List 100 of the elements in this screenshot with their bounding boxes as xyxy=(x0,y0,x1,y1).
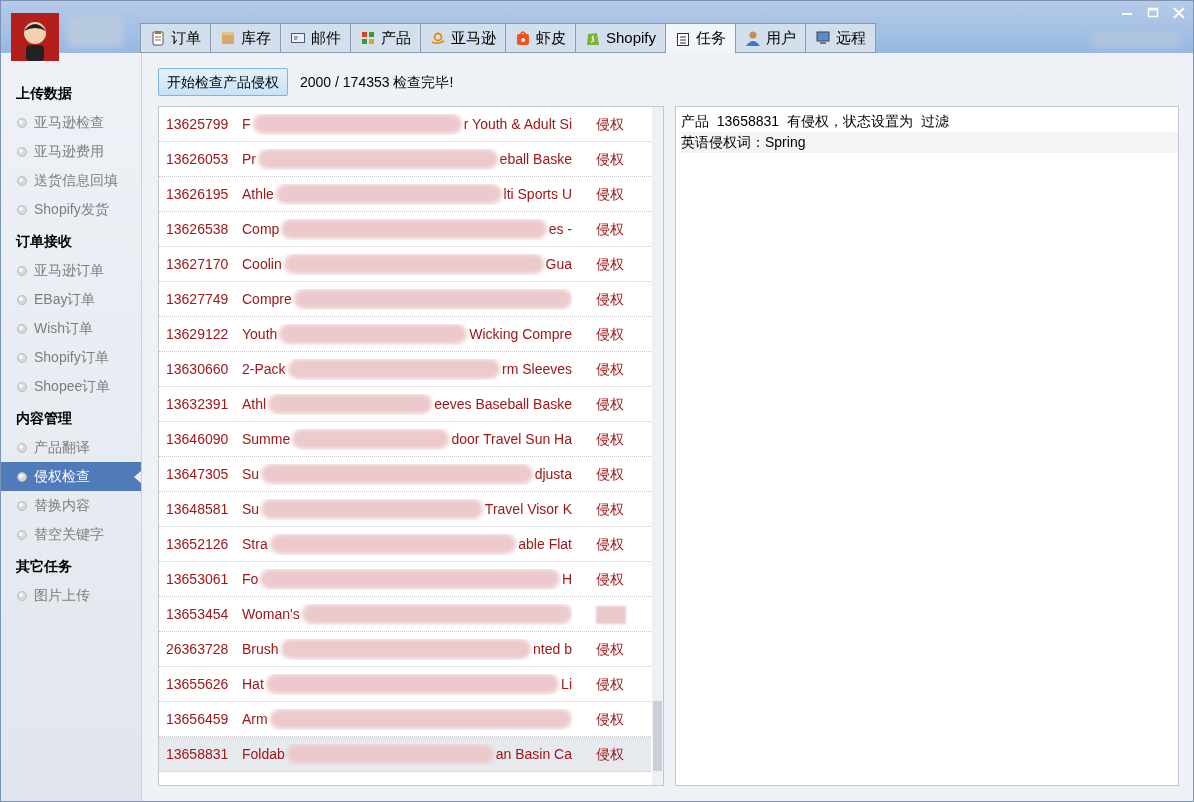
result-row[interactable]: 13627749 Compre 侵权 xyxy=(159,282,651,317)
result-row[interactable]: 13653454 Woman's xyxy=(159,597,651,632)
sidebar-item[interactable]: 替换内容 xyxy=(1,491,141,520)
maximize-icon[interactable] xyxy=(1147,7,1159,19)
tab[interactable]: 库存 xyxy=(210,23,281,53)
status-text: 侵权 xyxy=(595,394,624,414)
product-id: 13647305 xyxy=(165,464,230,484)
sidebar-item[interactable]: 图片上传 xyxy=(1,581,141,610)
log-line: 产品 13658831 有侵权，状态设置为 过滤 xyxy=(681,112,950,131)
tab[interactable]: 邮件 xyxy=(280,23,351,53)
sidebar-item[interactable]: Shopee订单 xyxy=(1,372,141,401)
result-row[interactable]: 13626538 Comp es - 侵权 xyxy=(159,212,651,247)
result-row[interactable]: 13629122 Youth Wicking Compre 侵权 xyxy=(159,317,651,352)
result-row[interactable]: 13625799 F r Youth & Adult Si 侵权 xyxy=(159,107,651,142)
tab[interactable]: 远程 xyxy=(805,23,877,53)
status-text: 侵权 xyxy=(595,744,624,764)
product-title: Athle xyxy=(242,184,274,204)
result-row[interactable]: 13655626 Hat Li 侵权 xyxy=(159,667,651,702)
result-row[interactable]: 13653061 Fo H 侵权 xyxy=(159,562,651,597)
tab[interactable]: 任务 xyxy=(665,23,737,53)
shopping-bag-icon xyxy=(585,30,601,46)
sidebar-item[interactable]: Shopify订单 xyxy=(1,343,141,372)
status-text: 侵权 xyxy=(595,359,624,379)
result-row[interactable]: 13646090 Summe door Travel Sun Ha 侵权 xyxy=(159,422,651,457)
product-id: 13626538 xyxy=(165,219,230,239)
product-title: Foldab xyxy=(242,744,285,764)
product-title: djusta xyxy=(534,464,572,484)
result-row[interactable]: 13626053 Pr eball Baske 侵权 xyxy=(159,142,651,177)
result-row[interactable]: 13658831 Foldab an Basin Ca 侵权 xyxy=(159,737,651,772)
scrollbar-thumb[interactable] xyxy=(653,701,662,771)
product-title: Su xyxy=(242,499,260,519)
result-row[interactable]: 13630660 2-Pack rm Sleeves 侵权 xyxy=(159,352,651,387)
product-title: Athl xyxy=(242,394,267,414)
monitor-icon xyxy=(815,30,832,46)
product-title: Li xyxy=(561,674,572,694)
result-row[interactable]: 13632391 Athl eeves Baseball Baske 侵权 xyxy=(159,387,651,422)
result-row[interactable]: 13656459 Arm 侵权 xyxy=(159,702,651,737)
product-id: 13632391 xyxy=(165,394,230,414)
status-text: 侵权 xyxy=(595,429,624,449)
product-id: 13646090 xyxy=(165,429,230,449)
product-id: 26363728 xyxy=(165,639,230,659)
section-heading: 订单接收 xyxy=(14,232,73,251)
product-id: 13627749 xyxy=(165,289,230,309)
redaction-blur xyxy=(67,17,123,47)
status-text: 侵权 xyxy=(595,324,624,344)
status-text: 侵权 xyxy=(595,709,624,729)
status-text: 侵权 xyxy=(595,569,624,589)
product-title: Summe xyxy=(242,429,291,449)
product-title: Wicking Compre xyxy=(469,324,572,344)
sidebar-item[interactable]: 产品翻译 xyxy=(1,433,141,462)
tab[interactable]: 虾皮 xyxy=(505,23,576,53)
section-heading: 内容管理 xyxy=(15,409,73,428)
status-text: 侵权 xyxy=(595,219,624,239)
product-id: 13627170 xyxy=(165,254,230,274)
product-id: 13626053 xyxy=(165,149,230,169)
avatar-icon xyxy=(11,13,59,61)
tab[interactable]: 订单 xyxy=(140,23,211,53)
scrollbar[interactable] xyxy=(652,107,663,785)
result-row[interactable]: 13648581 Su Travel Visor K 侵权 xyxy=(159,492,651,527)
result-row[interactable]: 26363728 Brush nted b 侵权 xyxy=(159,632,651,667)
tab[interactable]: 亚马逊 xyxy=(420,23,506,53)
start-check-button[interactable]: 开始检查产品侵权 xyxy=(158,68,288,96)
sidebar-item[interactable]: 侵权检查 xyxy=(1,462,141,491)
tab[interactable]: Shopify xyxy=(575,23,667,53)
result-row[interactable]: 13652126 Stra able Flat 侵权 xyxy=(159,527,651,562)
product-id: 13653454 xyxy=(165,604,230,624)
product-title: r Youth & Adult Si xyxy=(463,114,572,134)
user-icon xyxy=(745,30,762,46)
envelope-icon xyxy=(290,30,306,46)
sidebar-item[interactable]: 送货信息回填 xyxy=(1,166,141,195)
result-row[interactable]: 13626195 Athle lti Sports U 侵权 xyxy=(159,177,651,212)
product-id: 13625799 xyxy=(165,114,230,134)
sidebar-item[interactable]: Shopify发货 xyxy=(1,195,141,224)
close-icon[interactable] xyxy=(1173,7,1185,19)
bullet-icon xyxy=(17,117,27,128)
product-title: Su xyxy=(242,464,260,484)
sidebar-item[interactable]: Wish订单 xyxy=(1,314,141,343)
product-title: eeves Baseball Baske xyxy=(434,394,572,414)
redaction-blur xyxy=(596,605,626,624)
result-row[interactable]: 13627170 Coolin Gua 侵权 xyxy=(159,247,651,282)
product-title: Gua xyxy=(545,254,572,274)
product-id: 13658831 xyxy=(165,744,230,764)
sidebar-item[interactable]: 亚马逊检查 xyxy=(1,108,141,137)
sidebar-item[interactable]: EBay订单 xyxy=(1,285,141,314)
bullet-icon xyxy=(17,352,27,363)
product-id: 13652126 xyxy=(165,534,230,554)
status-text: 侵权 xyxy=(595,254,624,274)
sidebar-item[interactable]: 亚马逊订单 xyxy=(1,256,141,285)
product-id: 13653061 xyxy=(165,569,230,589)
product-title: Compre xyxy=(242,289,292,309)
tab[interactable]: 产品 xyxy=(350,23,421,53)
status-text: 侵权 xyxy=(595,674,624,694)
sidebar-item[interactable]: 亚马逊费用 xyxy=(1,137,141,166)
tab[interactable]: 用户 xyxy=(735,23,807,53)
sidebar-item[interactable]: 替空关键字 xyxy=(1,520,141,549)
product-title: nted b xyxy=(533,639,572,659)
product-title: F xyxy=(242,114,251,134)
product-id: 13626195 xyxy=(165,184,230,204)
product-title: es - xyxy=(548,219,572,239)
result-row[interactable]: 13647305 Su djusta 侵权 xyxy=(159,457,651,492)
